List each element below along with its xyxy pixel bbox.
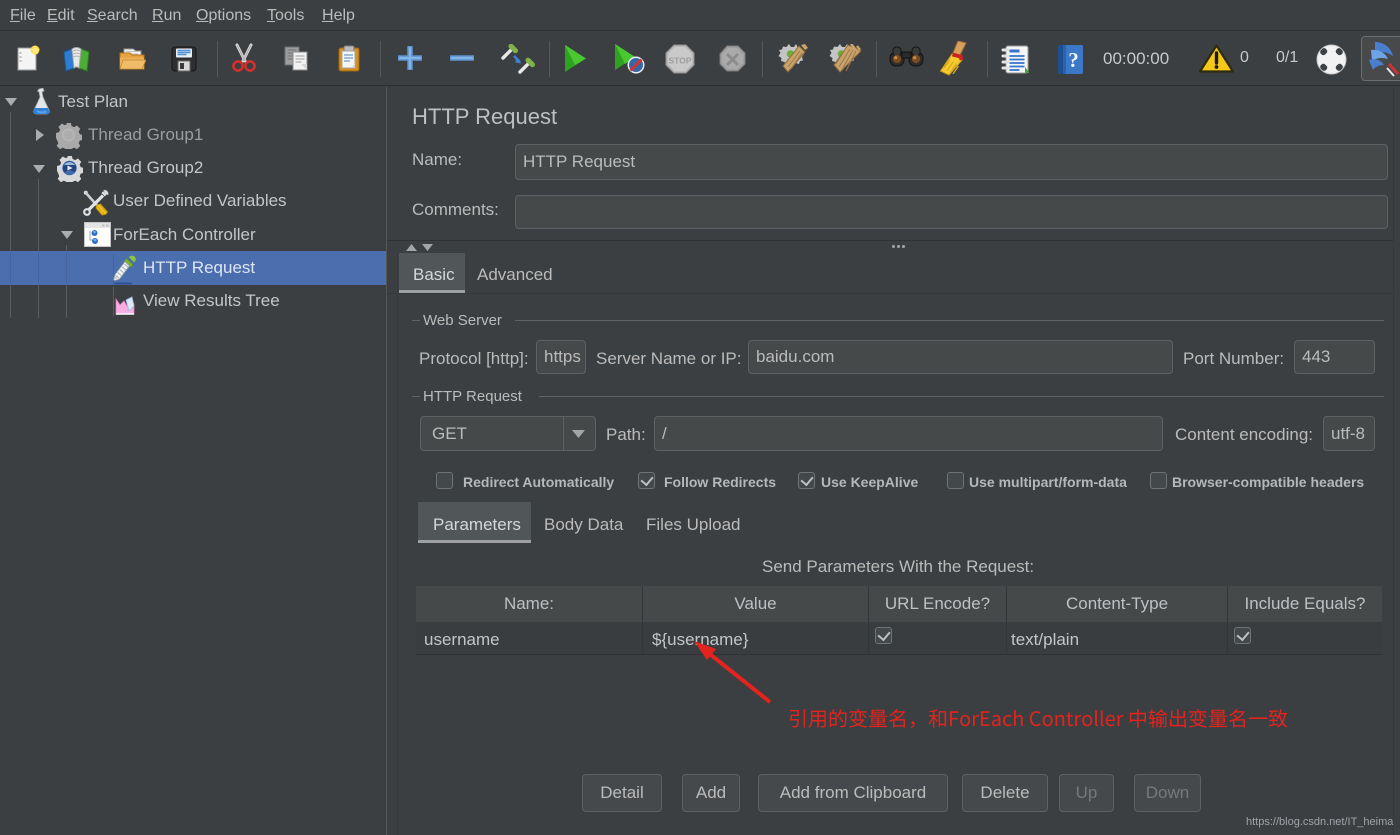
svg-text:?: ? <box>1068 48 1079 72</box>
svg-text:STOP: STOP <box>669 56 692 66</box>
